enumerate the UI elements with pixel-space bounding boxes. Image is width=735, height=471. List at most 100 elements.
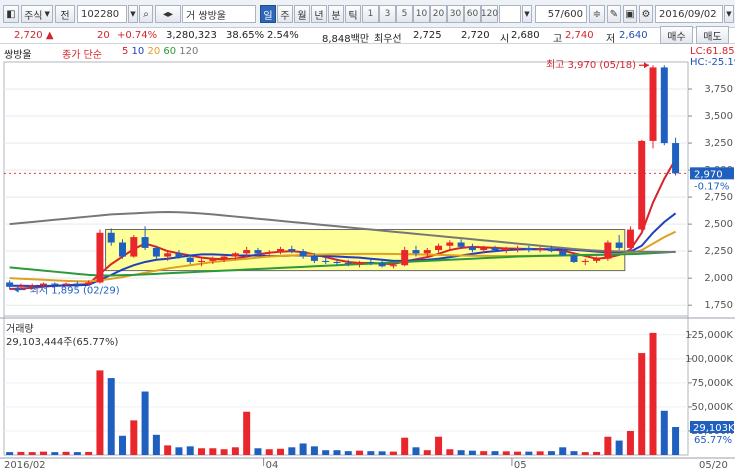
- candle-body: [559, 251, 567, 256]
- volume-bar: [141, 391, 149, 455]
- candle-body: [277, 248, 285, 253]
- volume-tick-label: 125,000K: [685, 330, 733, 341]
- volume-bar: [435, 436, 443, 455]
- volume-tick-label: 100,000K: [685, 354, 733, 365]
- volume-bar: [344, 451, 352, 455]
- volume-bar: [446, 449, 454, 455]
- candle-body: [356, 261, 364, 265]
- candle-body: [85, 282, 93, 285]
- candle-body: [254, 250, 262, 254]
- high-annotation: 최고 3,970 (05/18): [546, 59, 636, 71]
- volume-bar: [638, 353, 646, 455]
- candle-body: [130, 237, 138, 257]
- candle-body: [141, 237, 149, 248]
- candle-body: [344, 263, 352, 265]
- volume-bar: [626, 430, 634, 455]
- volume-bar: [491, 451, 499, 455]
- volume-bar: [175, 447, 183, 455]
- current-price-label: 2,970: [694, 169, 723, 180]
- candle-body: [672, 143, 680, 174]
- price-tick-label: 2,500: [704, 219, 733, 230]
- volume-bar: [559, 447, 567, 455]
- volume-bar: [152, 434, 160, 455]
- price-tick-label: 3,250: [704, 138, 733, 149]
- volume-bar: [615, 440, 623, 455]
- volume-bar: [198, 448, 206, 455]
- candle-body: [660, 67, 668, 144]
- price-tick-label: 2,000: [704, 273, 733, 284]
- candle-body: [6, 282, 14, 287]
- price-tick-label: 3,750: [704, 84, 733, 95]
- low-annotation: 최저 1,895 (02/29): [30, 285, 120, 297]
- candle-body: [593, 258, 601, 261]
- volume-bar: [220, 449, 228, 455]
- volume-bar: [6, 452, 14, 455]
- volume-bar: [570, 451, 578, 455]
- candle-body: [299, 251, 307, 257]
- candlestick-chart: 3,7503,5003,2503,0002,7502,5002,2502,000…: [0, 59, 735, 471]
- candle-body: [152, 247, 160, 257]
- candle-body: [480, 247, 488, 251]
- candle-body: [265, 252, 273, 254]
- volume-bar: [17, 451, 25, 455]
- volume-bar: [389, 451, 397, 455]
- current-price-pct: -0.17%: [694, 181, 729, 192]
- candle-body: [220, 256, 228, 259]
- candle-body: [51, 283, 59, 285]
- date-tick-label: 05/20: [699, 460, 728, 471]
- volume-bar: [186, 446, 194, 455]
- volume-bar: [209, 448, 217, 455]
- volume-value: 29,103,444주(65.77%): [6, 337, 119, 348]
- candle-body: [62, 283, 70, 285]
- candle-body: [435, 245, 443, 251]
- candle-body: [367, 261, 375, 264]
- volume-bar: [581, 452, 589, 455]
- volume-bar: [277, 448, 285, 455]
- candle-body: [638, 140, 646, 230]
- candle-body: [231, 253, 239, 257]
- volume-bar: [73, 452, 81, 455]
- candle-body: [423, 250, 431, 254]
- volume-bar: [672, 427, 680, 455]
- candle-body: [322, 260, 330, 262]
- candle-body: [401, 250, 409, 266]
- volume-bar: [593, 451, 601, 455]
- candle-body: [547, 248, 555, 252]
- volume-bar: [119, 435, 127, 455]
- current-volume-pct: 65.77%: [694, 435, 732, 446]
- candle-body: [288, 248, 296, 252]
- candle-body: [525, 247, 533, 251]
- price-tick-label: 3,500: [704, 111, 733, 122]
- volume-bar: [604, 436, 612, 455]
- volume-tick-label: 50,000K: [691, 402, 733, 413]
- candle-body: [310, 256, 318, 261]
- volume-bar: [265, 449, 273, 455]
- candle-body: [446, 242, 454, 246]
- candle-body: [581, 260, 589, 262]
- current-volume-label: 29,103K: [693, 423, 735, 434]
- volume-bar: [322, 450, 330, 455]
- candle-body: [186, 257, 194, 262]
- candle-body: [468, 246, 476, 251]
- volume-bar: [502, 451, 510, 455]
- price-tick-label: 2,250: [704, 246, 733, 257]
- candle-body: [209, 258, 217, 261]
- candle-body: [73, 283, 81, 285]
- volume-tick-label: 75,000K: [691, 378, 733, 389]
- price-tick-label: 2,750: [704, 192, 733, 203]
- volume-bar: [231, 447, 239, 455]
- volume-bar: [367, 451, 375, 455]
- volume-bar: [356, 450, 364, 455]
- volume-bar: [243, 411, 251, 455]
- date-tick-label: 05: [514, 460, 527, 471]
- candle-body: [615, 242, 623, 248]
- volume-bar: [130, 420, 138, 455]
- volume-bar: [423, 450, 431, 455]
- candle-body: [649, 67, 657, 141]
- volume-bar: [254, 448, 262, 455]
- volume-axis: 125,000K100,000K75,000K50,000K25,000K29,…: [685, 330, 735, 446]
- date-tick-label: 2016/02: [4, 460, 46, 471]
- volume-bar: [412, 447, 420, 455]
- volume-bar: [96, 370, 104, 455]
- volume-bar: [62, 451, 70, 455]
